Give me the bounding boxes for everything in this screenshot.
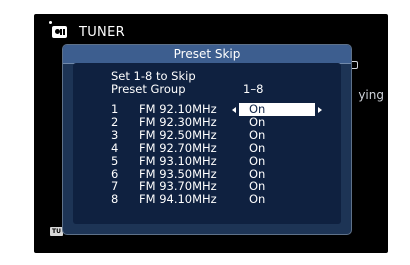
preset-frequency: FM 92.70MHz — [139, 140, 217, 155]
preset-skip-value[interactable]: On — [249, 193, 265, 206]
preset-group-label[interactable]: Preset Group — [111, 83, 186, 96]
preset-skip-value[interactable]: On — [249, 154, 265, 168]
preset-skip-value[interactable]: On — [249, 128, 265, 142]
arrow-left-icon[interactable] — [232, 106, 236, 113]
background-now-playing-text: ying — [358, 88, 384, 102]
preset-skip-value[interactable]: On — [249, 115, 265, 129]
preset-group-value: 1–8 — [243, 82, 264, 96]
preset-number: 2 — [111, 114, 119, 129]
preset-frequency: FM 94.10MHz — [139, 192, 217, 207]
dialog-title: Preset Skip — [63, 45, 351, 64]
preset-number: 5 — [111, 153, 119, 168]
preset-skip-dialog: Preset Skip Set 1-8 to Skip Preset Group… — [62, 44, 352, 235]
dialog-body: Set 1-8 to Skip Preset Group 1–8 1 FM 92.… — [73, 63, 341, 224]
preset-frequency: FM 93.10MHz — [139, 153, 217, 168]
preset-number: 8 — [111, 192, 119, 207]
arrow-right-icon[interactable] — [318, 106, 322, 113]
source-label: TUNER — [79, 24, 125, 40]
preset-frequency: FM 92.50MHz — [139, 127, 217, 142]
preset-number: 4 — [111, 140, 119, 155]
tuner-icon — [49, 21, 67, 38]
source-bar: TUNER — [49, 21, 125, 42]
preset-skip-value[interactable]: On — [249, 141, 265, 155]
preset-frequency: FM 92.30MHz — [139, 114, 217, 129]
preset-number: 3 — [111, 127, 119, 142]
tv-screen: TUNER ying TU Preset Skip Set 1-8 to Ski… — [34, 14, 388, 253]
